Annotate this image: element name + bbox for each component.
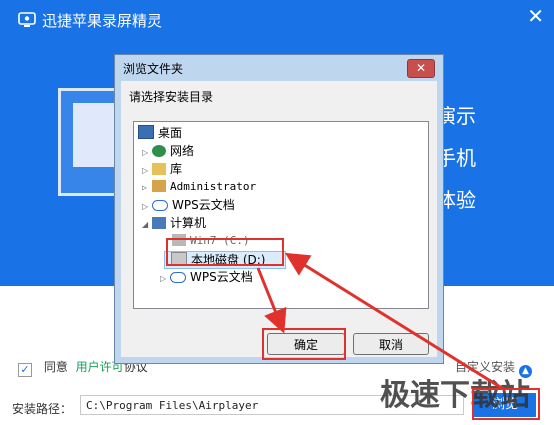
dialog-close-button[interactable]: ✕ [407, 59, 435, 78]
install-path-label: 安装路径： [12, 402, 73, 416]
highlight-box-browse [472, 388, 540, 420]
expand-arrow-icon[interactable]: ▷ [142, 163, 152, 179]
library-icon [152, 163, 166, 175]
installer-close-button[interactable]: ✕ [527, 4, 544, 28]
tree-item-wps-cloud-2[interactable]: ▷ WPS云文档 [160, 269, 253, 285]
expand-arrow-icon[interactable]: ▷ [142, 145, 152, 161]
browse-folder-dialog: 浏览文件夹 ✕ 请选择安装目录 桌面 ▷ 网络 ▷ 库 ▷ Administrator… [114, 54, 444, 364]
agree-checkbox[interactable]: ✓ [18, 363, 32, 377]
highlight-box-drive [166, 238, 284, 266]
dialog-title: 浏览文件夹 [123, 62, 184, 76]
app-logo-icon [18, 12, 36, 27]
expand-arrow-icon[interactable]: ▷ [142, 199, 152, 215]
tree-item-administrator[interactable]: ▷ Administrator [142, 179, 256, 195]
expand-arrow-icon[interactable]: ▷ [142, 180, 152, 196]
app-title: 迅捷苹果录屏精灵 [42, 12, 163, 30]
cloud-icon [152, 200, 168, 211]
cloud-icon [170, 272, 186, 283]
computer-icon [152, 217, 166, 229]
folder-tree[interactable]: 桌面 ▷ 网络 ▷ 库 ▷ Administrator ▷ WPS云文档 ◢ 计算机 Wi… [133, 121, 429, 309]
dialog-body: 请选择安装目录 桌面 ▷ 网络 ▷ 库 ▷ Administrator ▷ WPS云文档… [121, 81, 437, 357]
desktop-icon [138, 125, 154, 139]
user-icon [152, 180, 166, 192]
dialog-prompt: 请选择安装目录 [129, 90, 214, 104]
tree-item-library[interactable]: ▷ 库 [142, 161, 182, 177]
collapse-arrow-icon[interactable]: ◢ [142, 217, 152, 233]
tree-item-wps-cloud[interactable]: ▷ WPS云文档 [142, 197, 235, 213]
expand-arrow-icon[interactable]: ▷ [160, 271, 170, 287]
tree-item-network[interactable]: ▷ 网络 [142, 143, 194, 159]
cancel-button[interactable]: 取消 [353, 333, 429, 355]
network-icon [152, 145, 166, 157]
agree-label: 同意 [43, 360, 68, 374]
highlight-box-ok [262, 328, 346, 360]
tree-item-desktop[interactable]: 桌面 [138, 125, 182, 141]
tree-item-computer[interactable]: ◢ 计算机 [142, 215, 206, 231]
